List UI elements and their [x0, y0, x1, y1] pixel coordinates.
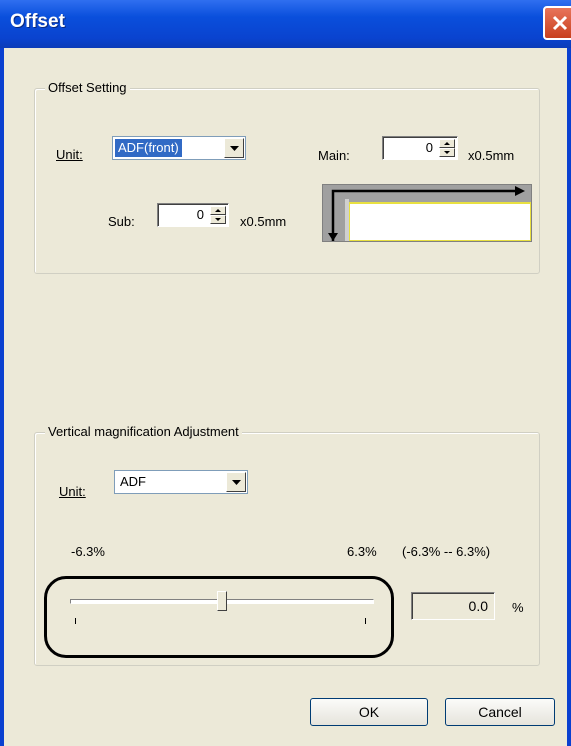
- magnification-value: 0.0: [468, 598, 488, 614]
- main-unit-suffix: x0.5mm: [468, 148, 515, 163]
- offset-setting-group: Offset Setting: [34, 80, 540, 274]
- window-title: Offset: [10, 11, 65, 32]
- close-icon: [552, 15, 568, 31]
- magnification-unit-value: ADF: [120, 474, 146, 489]
- magnification-legend: Vertical magnification Adjustment: [45, 424, 242, 439]
- spin-up-icon: [215, 209, 221, 212]
- offset-direction-illustration: [328, 186, 531, 241]
- spin-up-icon: [444, 142, 450, 145]
- main-value: 0: [425, 140, 433, 155]
- main-spinbox[interactable]: 0: [382, 136, 458, 160]
- chevron-down-icon: [229, 145, 239, 151]
- main-label: Main:: [318, 148, 350, 163]
- sub-label: Sub:: [108, 214, 135, 229]
- spin-down-icon: [444, 151, 450, 154]
- spin-down-icon: [215, 218, 221, 221]
- sub-spinbox[interactable]: 0: [157, 203, 229, 227]
- sub-spin-down-button[interactable]: [210, 215, 226, 224]
- cancel-button[interactable]: Cancel: [445, 698, 555, 726]
- slider-thumb[interactable]: [217, 591, 227, 611]
- slider-tick-min: [75, 618, 76, 624]
- offset-unit-label: Unit:: [56, 147, 83, 162]
- sub-unit-suffix: x0.5mm: [240, 214, 287, 229]
- slider-min-label: -6.3%: [71, 544, 105, 559]
- sub-spin-up-button[interactable]: [210, 206, 226, 215]
- sub-value: 0: [196, 207, 204, 222]
- offset-diagram: [322, 184, 532, 242]
- main-spin-up-button[interactable]: [439, 139, 455, 148]
- offset-setting-legend: Offset Setting: [45, 80, 130, 95]
- chevron-down-icon: [231, 479, 241, 485]
- title-bar[interactable]: Offset: [0, 0, 571, 48]
- slider-range-label: (-6.3% -- 6.3%): [402, 544, 491, 559]
- percent-symbol: %: [512, 600, 524, 615]
- close-button[interactable]: [543, 6, 571, 40]
- magnification-unit-dropdown-button[interactable]: [226, 472, 246, 492]
- offset-dialog: Offset Offset Setting Unit: ADF(front) M…: [0, 0, 571, 746]
- offset-unit-select[interactable]: ADF(front): [112, 136, 246, 160]
- magnification-unit-select[interactable]: ADF: [114, 470, 248, 494]
- offset-unit-value: ADF(front): [115, 139, 182, 157]
- dialog-body: Offset Setting Unit: ADF(front) Main: 0 …: [4, 48, 567, 746]
- magnification-slider[interactable]: [66, 591, 378, 631]
- ok-button[interactable]: OK: [310, 698, 428, 726]
- main-spin-down-button[interactable]: [439, 148, 455, 157]
- magnification-value-field: 0.0: [411, 592, 495, 620]
- slider-max-label: 6.3%: [347, 544, 377, 559]
- magnification-unit-label: Unit:: [59, 484, 86, 499]
- offset-unit-dropdown-button[interactable]: [224, 138, 244, 158]
- slider-tick-max: [365, 618, 366, 624]
